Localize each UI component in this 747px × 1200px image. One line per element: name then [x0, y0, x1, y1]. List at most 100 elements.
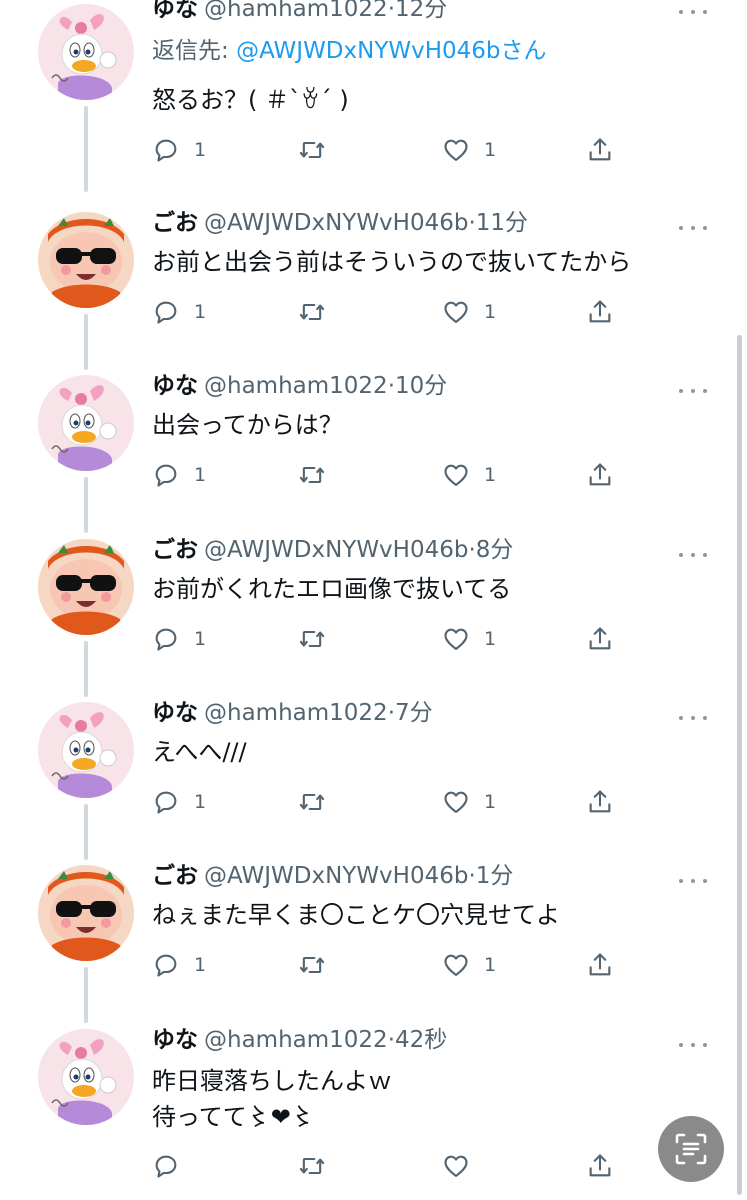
user-handle[interactable]: @AWJWDxNYWvH046b: [204, 863, 468, 889]
reply-button[interactable]: 1: [152, 296, 206, 328]
reply-to-mention[interactable]: @AWJWDxNYWvH046b: [236, 38, 500, 64]
reply-button[interactable]: 1: [152, 949, 206, 981]
timestamp[interactable]: 11分: [476, 210, 528, 236]
timestamp[interactable]: 10分: [395, 373, 447, 399]
share-icon: [586, 298, 614, 326]
like-button[interactable]: 1: [442, 296, 496, 328]
display-name[interactable]: ゆな: [152, 0, 198, 22]
reply-icon: [152, 788, 180, 816]
separator-dot: ·: [387, 1027, 395, 1053]
retweet-icon: [298, 788, 326, 816]
separator-dot: ·: [387, 700, 395, 726]
display-name[interactable]: ごお: [152, 537, 198, 563]
more-options-icon[interactable]: [679, 2, 707, 22]
like-button[interactable]: 1: [442, 134, 496, 166]
tweet-header: ゆな @hamham1022·42秒: [152, 1025, 447, 1055]
tweet-text: えへへ///: [152, 738, 247, 766]
timestamp[interactable]: 12分: [395, 0, 447, 22]
share-button[interactable]: [586, 786, 614, 818]
reply-icon: [152, 298, 180, 326]
reply-button[interactable]: 1: [152, 459, 206, 491]
retweet-button[interactable]: [298, 786, 326, 818]
tweet-header: ごお @AWJWDxNYWvH046b·8分: [152, 535, 513, 565]
share-button[interactable]: [586, 459, 614, 491]
user-handle[interactable]: @hamham1022: [204, 700, 388, 726]
reply-button[interactable]: 1: [152, 134, 206, 166]
user-handle[interactable]: @AWJWDxNYWvH046b: [204, 210, 468, 236]
more-options-icon[interactable]: [679, 1035, 707, 1055]
separator-dot: ·: [468, 537, 476, 563]
timestamp[interactable]: 7分: [395, 700, 433, 726]
display-name[interactable]: ゆな: [152, 1027, 198, 1053]
user-handle[interactable]: @hamham1022: [204, 0, 388, 22]
retweet-button[interactable]: [298, 459, 326, 491]
avatar[interactable]: [38, 702, 134, 798]
like-button[interactable]: 1: [442, 623, 496, 655]
share-icon: [586, 1152, 614, 1180]
more-options-icon[interactable]: [679, 871, 707, 891]
avatar[interactable]: [38, 375, 134, 471]
reply-to-line: 返信先: @AWJWDxNYWvH046bさん: [152, 36, 547, 66]
thread-connector: [84, 106, 88, 192]
retweet-icon: [298, 461, 326, 489]
tweet-actions: [152, 1150, 622, 1182]
retweet-button[interactable]: [298, 296, 326, 328]
tweet-actions: 1 1: [152, 949, 622, 981]
user-handle[interactable]: @AWJWDxNYWvH046b: [204, 537, 468, 563]
share-button[interactable]: [586, 134, 614, 166]
like-button[interactable]: 1: [442, 949, 496, 981]
share-button[interactable]: [586, 949, 614, 981]
reply-button[interactable]: [152, 1150, 194, 1182]
share-icon: [586, 788, 614, 816]
like-count: 1: [484, 628, 497, 650]
heart-icon: [442, 951, 470, 979]
more-options-icon[interactable]: [679, 545, 707, 565]
like-button[interactable]: 1: [442, 786, 496, 818]
separator-dot: ·: [468, 210, 476, 236]
share-button[interactable]: [586, 623, 614, 655]
daisy-duck-avatar-icon: [38, 702, 134, 798]
display-name[interactable]: ごお: [152, 863, 198, 889]
share-button[interactable]: [586, 296, 614, 328]
user-handle[interactable]: @hamham1022: [204, 373, 388, 399]
display-name[interactable]: ゆな: [152, 373, 198, 399]
more-options-icon[interactable]: [679, 381, 707, 401]
daisy-duck-avatar-icon: [38, 1029, 134, 1125]
like-count: 1: [484, 791, 497, 813]
more-options-icon[interactable]: [679, 708, 707, 728]
retweet-button[interactable]: [298, 1150, 326, 1182]
retweet-button[interactable]: [298, 949, 326, 981]
sunglasses-character-avatar-icon: [38, 212, 134, 308]
avatar[interactable]: [38, 212, 134, 308]
reply-icon: [152, 1152, 180, 1180]
avatar[interactable]: [38, 865, 134, 961]
timestamp[interactable]: 1分: [476, 863, 514, 889]
reply-button[interactable]: 1: [152, 786, 206, 818]
scrollbar[interactable]: [737, 335, 742, 1195]
avatar[interactable]: [38, 539, 134, 635]
share-icon: [586, 951, 614, 979]
timestamp[interactable]: 42秒: [395, 1027, 447, 1053]
retweet-button[interactable]: [298, 623, 326, 655]
reply-button[interactable]: 1: [152, 623, 206, 655]
heart-icon: [442, 1152, 470, 1180]
retweet-button[interactable]: [298, 134, 326, 166]
avatar[interactable]: [38, 1029, 134, 1125]
tweet-text: お前と出会う前はそういうので抜いてたから: [152, 248, 632, 276]
tweet-actions: 1 1: [152, 786, 622, 818]
timestamp[interactable]: 8分: [476, 537, 514, 563]
share-button[interactable]: [586, 1150, 614, 1182]
avatar[interactable]: [38, 4, 134, 100]
sunglasses-character-avatar-icon: [38, 539, 134, 635]
reply-to-label: 返信先:: [152, 38, 237, 64]
display-name[interactable]: ごお: [152, 210, 198, 236]
scan-text-button[interactable]: [658, 1116, 724, 1182]
reply-icon: [152, 951, 180, 979]
tweet-header: ごお @AWJWDxNYWvH046b·1分: [152, 861, 513, 891]
retweet-icon: [298, 298, 326, 326]
display-name[interactable]: ゆな: [152, 700, 198, 726]
like-button[interactable]: [442, 1150, 484, 1182]
more-options-icon[interactable]: [679, 218, 707, 238]
user-handle[interactable]: @hamham1022: [204, 1027, 388, 1053]
like-button[interactable]: 1: [442, 459, 496, 491]
